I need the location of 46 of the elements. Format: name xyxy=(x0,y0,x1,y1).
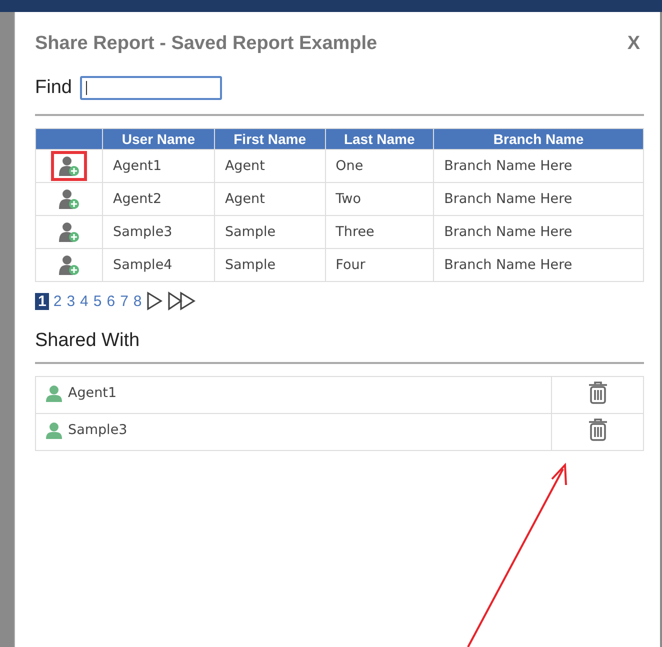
table-cell: Agent xyxy=(214,182,326,216)
page-link[interactable]: 6 xyxy=(106,292,116,310)
delete-icon[interactable] xyxy=(588,418,608,442)
next-page-icon[interactable] xyxy=(146,291,164,311)
table-cell: Branch Name Here xyxy=(434,216,644,248)
column-header: First Name xyxy=(214,128,326,150)
page-link[interactable]: 2 xyxy=(52,292,63,310)
page-link[interactable]: 1 xyxy=(35,292,50,310)
page-link[interactable]: 7 xyxy=(119,292,130,310)
last-page-icon[interactable] xyxy=(166,291,197,311)
table-cell: Three xyxy=(325,216,434,248)
page-link[interactable]: 5 xyxy=(92,292,103,310)
table-cell: Sample xyxy=(214,248,326,282)
table-cell: Sample3 xyxy=(102,216,214,248)
table-cell: Four xyxy=(325,248,434,282)
column-header: Branch Name xyxy=(434,128,644,150)
table-cell: Agent2 xyxy=(102,182,214,216)
add-user-icon xyxy=(58,155,80,177)
user-icon xyxy=(46,384,62,402)
delete-icon[interactable] xyxy=(588,381,608,405)
table-cell: One xyxy=(325,150,434,182)
shared-user-name: Sample3 xyxy=(68,422,128,438)
table-cell: Sample xyxy=(214,216,326,248)
add-user-icon xyxy=(58,188,80,210)
add-user-icon xyxy=(58,221,80,243)
page-link[interactable]: 4 xyxy=(79,292,90,310)
table-cell: Branch Name Here xyxy=(434,248,644,282)
page-link[interactable]: 8 xyxy=(132,292,143,310)
user-icon xyxy=(46,422,62,438)
page-link[interactable]: 3 xyxy=(66,292,76,310)
find-label: Find xyxy=(35,77,72,99)
close-button[interactable]: X xyxy=(623,33,644,55)
table-cell: Agent xyxy=(214,150,326,182)
table-cell: Two xyxy=(325,182,434,216)
column-header: Last Name xyxy=(325,128,434,150)
add-user-icon xyxy=(58,254,80,276)
dialog-title: Share Report - Saved Report Example xyxy=(35,33,378,55)
shared-user-name: Agent1 xyxy=(68,385,117,401)
section-title: Shared With xyxy=(35,330,141,352)
add-user-button[interactable] xyxy=(51,151,87,181)
table-cell: Branch Name Here xyxy=(434,182,644,216)
find-field[interactable] xyxy=(80,76,222,100)
table-cell: Agent1 xyxy=(102,150,214,182)
table-cell: Sample4 xyxy=(102,248,214,282)
table-cell: Branch Name Here xyxy=(434,150,644,182)
column-header: User Name xyxy=(102,128,214,150)
